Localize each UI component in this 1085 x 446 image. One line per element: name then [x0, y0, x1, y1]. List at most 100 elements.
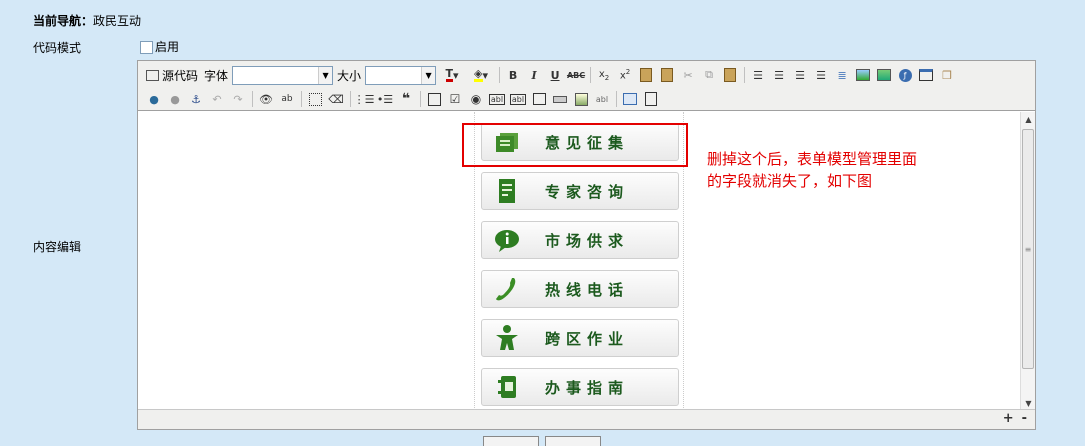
paste-button[interactable]: [636, 65, 656, 85]
reset-button[interactable]: [545, 436, 601, 446]
blockquote-button[interactable]: ❝: [396, 89, 416, 109]
insert-hidden-field-button[interactable]: abl: [592, 89, 612, 109]
find-button[interactable]: 👁: [256, 89, 276, 109]
scroll-up-icon[interactable]: ▲: [1021, 112, 1036, 126]
insert-form-button[interactable]: [424, 89, 444, 109]
insert-iframe-button[interactable]: [620, 89, 640, 109]
code-mode-row: 启用: [140, 38, 179, 55]
insert-radio-button[interactable]: ◉: [466, 89, 486, 109]
info-bubble-icon: [490, 223, 524, 257]
strikethrough-button[interactable]: ABC: [566, 65, 586, 85]
textarea-icon: abl: [509, 93, 527, 105]
submit-button[interactable]: [483, 436, 539, 446]
strikethrough-icon: ABC: [566, 70, 586, 80]
align-justify-button[interactable]: ☰: [811, 65, 831, 85]
size-label: 大小: [337, 68, 362, 83]
background-color-icon: ◈: [474, 67, 483, 82]
replace-button[interactable]: ab: [277, 89, 297, 109]
subscript-button[interactable]: x2: [594, 65, 614, 85]
vertical-scrollbar[interactable]: ▲ ≡ ▼: [1020, 112, 1035, 410]
underline-button[interactable]: U: [545, 65, 565, 85]
undo-button[interactable]: ↶: [207, 89, 227, 109]
menu-item-4[interactable]: 热线电话: [481, 270, 679, 308]
enable-label: 启用: [155, 40, 180, 54]
menu-item-label: 市场供求: [544, 231, 629, 250]
insert-button-button[interactable]: [550, 89, 570, 109]
text-color-icon: T: [445, 67, 454, 82]
insert-flash-button[interactable]: ƒ: [895, 65, 915, 85]
annotation-line-2: 的字段就消失了，如下图: [707, 172, 873, 190]
preview-icon: [645, 92, 657, 106]
font-select[interactable]: ▼: [232, 65, 334, 85]
insert-textfield-button[interactable]: abl: [487, 89, 507, 109]
copy-button[interactable]: ⧉: [699, 65, 719, 85]
cut-button[interactable]: ✂: [678, 65, 698, 85]
anchor-button[interactable]: ⚓: [186, 89, 206, 109]
rich-text-editor: 源代码 字体 ▼ 大小 ▼ T▾ ◈▾ B I U ABC x2 x2 ✂: [137, 60, 1036, 430]
scroll-thumb[interactable]: ≡: [1022, 129, 1034, 369]
zoom-out-button[interactable]: -: [1022, 411, 1027, 426]
background-color-button[interactable]: ◈ ▾: [467, 65, 495, 85]
paste-word-button[interactable]: [657, 65, 677, 85]
bold-button[interactable]: B: [503, 65, 523, 85]
menu-item-label: 办事指南: [544, 378, 629, 397]
align-right-button[interactable]: ☰: [790, 65, 810, 85]
undo-icon: ↶: [212, 92, 222, 106]
align-justify-icon: ☰: [816, 68, 826, 82]
menu-item-label: 跨区作业: [544, 329, 629, 348]
unordered-list-button[interactable]: •☰: [375, 89, 395, 109]
insert-table-button[interactable]: [916, 65, 936, 85]
insert-textarea-button[interactable]: abl: [508, 89, 528, 109]
source-code-icon: [146, 69, 159, 81]
insert-checkbox-button[interactable]: ☑: [445, 89, 465, 109]
italic-button[interactable]: I: [524, 65, 544, 85]
paste-text-button[interactable]: [720, 65, 740, 85]
toolbar-separator: [590, 67, 592, 83]
unlink-button[interactable]: ●: [165, 89, 185, 109]
bold-icon: B: [508, 68, 518, 82]
redo-button[interactable]: ↷: [228, 89, 248, 109]
menu-item-2[interactable]: 专家咨询: [481, 172, 679, 210]
unordered-list-icon: •☰: [376, 92, 394, 106]
quote-icon: ❝: [401, 91, 411, 107]
subscript-icon: x2: [598, 68, 610, 82]
menu-item-6[interactable]: 办事指南: [481, 368, 679, 406]
breadcrumb: 当前导航：政民互动: [33, 12, 141, 29]
align-center-icon: ☰: [774, 68, 784, 82]
insert-media-button[interactable]: [874, 65, 894, 85]
toolbar-separator: [301, 91, 302, 107]
menu-item-5[interactable]: 跨区作业: [481, 319, 679, 357]
align-left-button[interactable]: ☰: [748, 65, 768, 85]
line-height-button[interactable]: ≣: [832, 65, 852, 85]
paste-text-icon: [724, 68, 737, 82]
insert-image-button[interactable]: [853, 65, 873, 85]
preview-button[interactable]: [641, 89, 661, 109]
chevron-down-icon: ▼: [421, 66, 436, 84]
align-center-button[interactable]: ☰: [769, 65, 789, 85]
ordered-list-button[interactable]: ⋮☰: [354, 89, 375, 109]
binoculars-icon: 👁: [259, 92, 273, 106]
annotation-note: 删掉这个后，表单模型管理里面 的字段就消失了，如下图: [707, 148, 987, 192]
insert-select-button[interactable]: [529, 89, 549, 109]
remove-format-button[interactable]: ⌫: [326, 89, 346, 109]
chevron-down-icon: ▼: [318, 66, 333, 84]
enable-checkbox[interactable]: [140, 41, 153, 54]
editor-toolbar: 源代码 字体 ▼ 大小 ▼ T▾ ◈▾ B I U ABC x2 x2 ✂: [138, 61, 1035, 111]
source-code-button[interactable]: 源代码: [146, 67, 198, 84]
superscript-icon: x2: [619, 68, 631, 82]
content-edit-label: 内容编辑: [33, 240, 82, 254]
form-icon: [427, 92, 441, 106]
select-all-button[interactable]: [305, 89, 325, 109]
table-icon: [919, 69, 934, 81]
insert-image-button-button[interactable]: [571, 89, 591, 109]
superscript-button[interactable]: x2: [615, 65, 635, 85]
text-color-button[interactable]: T ▾: [438, 65, 466, 85]
insert-object-button[interactable]: ❒: [937, 65, 957, 85]
size-select[interactable]: ▼: [365, 65, 437, 85]
zoom-in-button[interactable]: +: [1003, 411, 1014, 426]
link-button[interactable]: ●: [144, 89, 164, 109]
menu-item-3[interactable]: 市场供求: [481, 221, 679, 259]
scroll-down-icon[interactable]: ▼: [1021, 396, 1036, 410]
toolbar-row-2: ● ● ⚓ ↶ ↷ 👁 ab ⌫ ⋮☰ •☰ ❝ ☑ ◉ abl abl abl: [144, 88, 662, 110]
scissors-icon: ✂: [683, 68, 693, 82]
